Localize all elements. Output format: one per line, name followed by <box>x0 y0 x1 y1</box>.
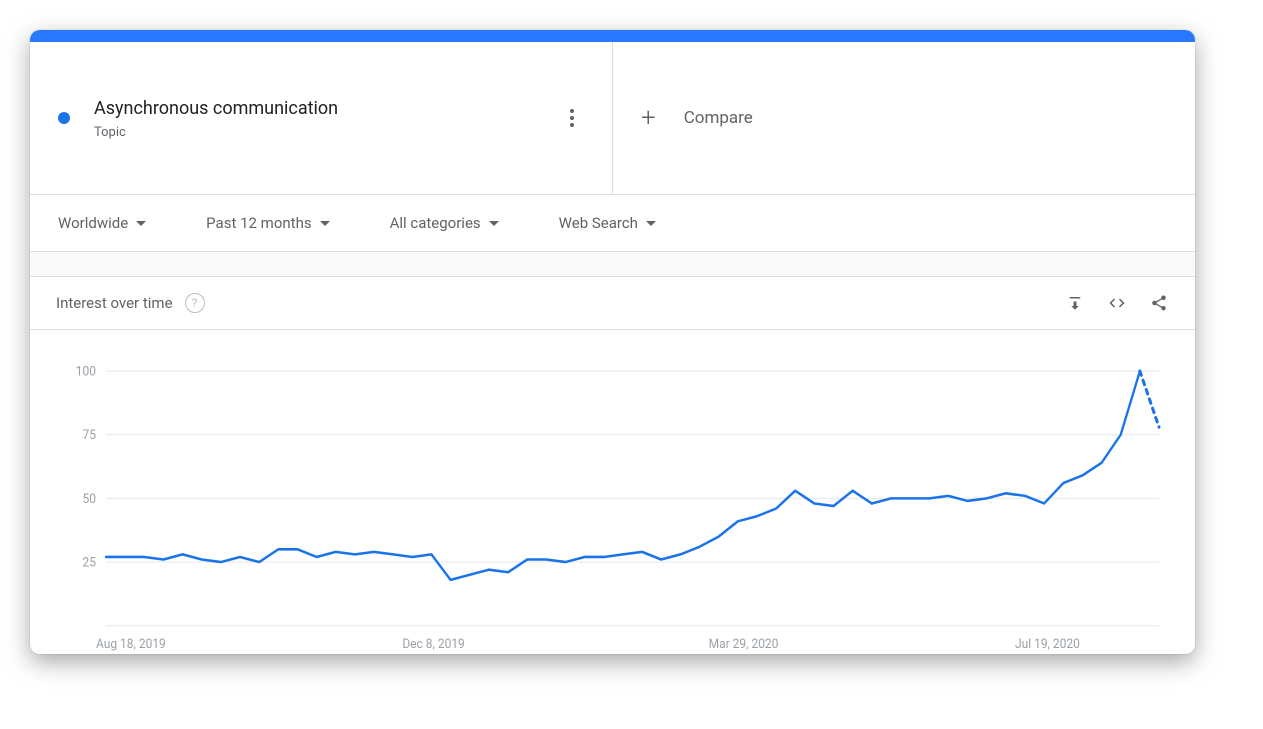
chevron-down-icon <box>489 221 499 226</box>
chevron-down-icon <box>646 221 656 226</box>
filter-search-type-label: Web Search <box>559 214 638 232</box>
download-icon[interactable] <box>1065 293 1085 313</box>
header-accent-bar <box>30 30 1195 42</box>
filter-region[interactable]: Worldwide <box>58 214 146 232</box>
kebab-dot-icon <box>570 116 574 120</box>
card-actions <box>1065 293 1169 313</box>
series-color-dot <box>58 112 70 124</box>
svg-text:Mar 29, 2020: Mar 29, 2020 <box>709 636 779 652</box>
filter-region-label: Worldwide <box>58 214 128 232</box>
line-chart: 25 50 75 100 Aug 18, 2019 Dec 8, 2019 Mar 29, … <box>56 360 1169 654</box>
comparison-row: Asynchronous communication Topic + Compa… <box>30 42 1195 195</box>
svg-text:25: 25 <box>83 555 96 571</box>
topic-subtitle: Topic <box>94 125 338 140</box>
svg-text:Dec 8, 2019: Dec 8, 2019 <box>402 636 464 652</box>
chevron-down-icon <box>320 221 330 226</box>
section-gap <box>30 252 1195 276</box>
filter-category[interactable]: All categories <box>390 214 499 232</box>
compare-label: Compare <box>684 108 753 128</box>
filter-time[interactable]: Past 12 months <box>206 214 329 232</box>
embed-icon[interactable] <box>1107 293 1127 313</box>
svg-text:75: 75 <box>83 428 96 444</box>
svg-text:100: 100 <box>76 364 96 380</box>
filter-bar: Worldwide Past 12 months All categories … <box>30 195 1195 252</box>
add-comparison-button[interactable]: + Compare <box>613 42 1195 194</box>
share-icon[interactable] <box>1149 293 1169 313</box>
window-frame: Asynchronous communication Topic + Compa… <box>30 30 1195 654</box>
kebab-dot-icon <box>570 123 574 127</box>
kebab-dot-icon <box>570 109 574 113</box>
plus-icon: + <box>641 105 656 131</box>
card-title: Interest over time <box>56 294 173 312</box>
svg-text:Jul 19, 2020: Jul 19, 2020 <box>1015 636 1080 652</box>
filter-search-type[interactable]: Web Search <box>559 214 656 232</box>
topic-menu-button[interactable] <box>560 106 584 130</box>
topic-card[interactable]: Asynchronous communication Topic <box>30 42 613 194</box>
filter-time-label: Past 12 months <box>206 214 311 232</box>
interest-over-time-card: Interest over time ? 25 50 75 100 Aug 18, 20… <box>30 276 1195 654</box>
card-header: Interest over time ? <box>30 277 1195 330</box>
svg-text:50: 50 <box>83 491 96 507</box>
topic-text: Asynchronous communication Topic <box>94 97 338 140</box>
card-title-wrap: Interest over time ? <box>56 293 205 313</box>
help-icon[interactable]: ? <box>185 293 205 313</box>
topic-title: Asynchronous communication <box>94 97 338 121</box>
svg-text:Aug 18, 2019: Aug 18, 2019 <box>96 636 166 652</box>
chevron-down-icon <box>136 221 146 226</box>
chart-area: 25 50 75 100 Aug 18, 2019 Dec 8, 2019 Mar 29, … <box>30 330 1195 654</box>
filter-category-label: All categories <box>390 214 481 232</box>
